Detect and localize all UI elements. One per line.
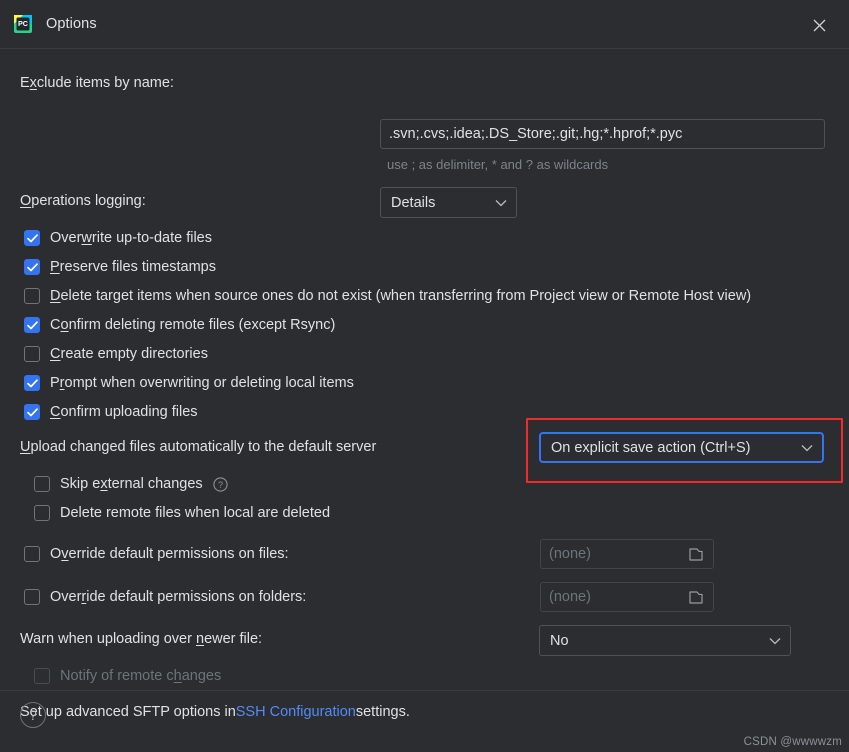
cb6-mnemonic: C (50, 404, 61, 420)
warn-pre: Warn when uploading over (20, 631, 196, 647)
upload-auto-label: Upload changed files automatically to th… (20, 439, 376, 455)
pycharm-icon: PC (13, 14, 33, 34)
exclude-items-value: .svn;.cvs;.idea;.DS_Store;.git;.hg;*.hpr… (389, 126, 683, 142)
exclude-label-mnemonic: x (29, 75, 37, 91)
operations-logging-select[interactable]: Details (380, 187, 517, 218)
cb5-post: ompt when overwriting or deleting local … (64, 375, 354, 391)
cb3-post: nfirm deleting remote files (except Rsyn… (68, 317, 336, 333)
override-files-placeholder: (none) (549, 546, 591, 562)
delete-remote-label: Delete remote files when local are delet… (60, 505, 331, 521)
cb4-mnemonic: C (50, 346, 61, 362)
help-button[interactable]: ? (20, 702, 46, 728)
warn-newer-select[interactable]: No (539, 625, 791, 656)
exclude-label-pre: E (20, 75, 30, 91)
dialog-footer: ? OK Cancel CSDN @wwwwzm (0, 690, 849, 752)
checkbox-prompt-when-overwriting[interactable]: Prompt when overwriting or deleting loca… (24, 375, 354, 391)
cb0-post: rite up-to-date files (91, 230, 212, 246)
checkbox-override-default-permissions-folders[interactable]: Override default permissions on folders: (24, 589, 306, 605)
override-files-input[interactable]: (none) (540, 539, 714, 569)
watermark: CSDN @wwwwzm (743, 736, 842, 748)
cb4-post: reate empty directories (60, 346, 208, 362)
checkbox-delete-target-items[interactable]: Delete target items when source ones do … (24, 288, 751, 304)
notify-pre: Notify of remote c (60, 668, 174, 684)
exclude-items-hint: use ; as delimiter, * and ? as wildcards (387, 157, 609, 172)
override-folders-placeholder: (none) (549, 589, 591, 605)
ovf-post: erride default permissions on files: (68, 546, 289, 562)
cb3-mnemonic: o (60, 317, 69, 333)
cb2-mnemonic: D (50, 288, 61, 304)
cb0-pre: Over (50, 230, 82, 246)
checkbox-box (34, 668, 50, 684)
cb1-mnemonic: P (50, 259, 60, 275)
ops-label-mnemonic: O (20, 193, 32, 209)
dialog-content: Exclude items by name: .svn;.cvs;.idea;.… (0, 49, 849, 720)
checkbox-box (34, 476, 50, 492)
ovd-pre: Over (50, 589, 82, 605)
upload-label-post: pload changed files automatically to the… (30, 439, 377, 455)
checkbox-box (24, 546, 40, 562)
folder-icon[interactable] (687, 588, 705, 606)
checkbox-notify-of-remote-changes: Notify of remote changes (34, 668, 221, 684)
dialog-titlebar: PC Options (0, 0, 849, 49)
checkbox-box (24, 375, 40, 391)
checkbox-box (24, 589, 40, 605)
chevron-down-icon (769, 637, 781, 645)
upload-auto-value: On explicit save action (Ctrl+S) (551, 439, 751, 456)
warn-newer-value: No (550, 632, 569, 649)
checkbox-create-empty-directories[interactable]: Create empty directories (24, 346, 208, 362)
warn-post: ewer file: (204, 631, 263, 647)
close-icon[interactable] (807, 13, 831, 37)
help-icon[interactable]: ? (213, 476, 229, 492)
skip-pre: Skip e (60, 476, 101, 492)
cb5-pre: P (50, 375, 60, 391)
skip-post: ternal changes (107, 476, 203, 492)
operations-logging-label: Operations logging: (20, 193, 146, 209)
operations-logging-value: Details (391, 194, 436, 211)
checkbox-box (24, 230, 40, 246)
checkbox-box (34, 505, 50, 521)
checkbox-confirm-deleting-remote-files[interactable]: Confirm deleting remote files (except Rs… (24, 317, 335, 333)
dialog-title: Options (46, 16, 97, 32)
warn-newer-label: Warn when uploading over newer file: (20, 631, 262, 647)
cb2-post: elete target items when source ones do n… (60, 288, 752, 304)
checkbox-box (24, 259, 40, 275)
ovf-mnemonic: v (61, 546, 69, 562)
chevron-down-icon (801, 444, 813, 452)
exclude-items-input[interactable]: .svn;.cvs;.idea;.DS_Store;.git;.hg;*.hpr… (380, 119, 825, 149)
svg-text:?: ? (218, 480, 223, 490)
svg-text:PC: PC (18, 19, 28, 28)
skip-mnemonic: x (100, 476, 108, 492)
checkbox-box (24, 288, 40, 304)
checkbox-delete-remote-files-when-local-deleted[interactable]: Delete remote files when local are delet… (34, 505, 330, 521)
checkbox-confirm-uploading-files[interactable]: Confirm uploading files (24, 404, 198, 420)
notify-post: anges (181, 668, 222, 684)
notify-mnemonic: h (173, 668, 182, 684)
chevron-down-icon (495, 199, 507, 207)
upload-auto-select[interactable]: On explicit save action (Ctrl+S) (539, 432, 824, 463)
checkbox-box (24, 346, 40, 362)
warn-mnemonic: n (195, 631, 205, 647)
checkbox-skip-external-changes[interactable]: Skip external changes ? (34, 476, 229, 492)
cb6-post: onfirm uploading files (60, 404, 198, 420)
upload-label-mnemonic: U (20, 439, 31, 455)
ovd-post: ide default permissions on folders: (86, 589, 307, 605)
ops-label-post: perations logging: (31, 193, 146, 209)
checkbox-box (24, 317, 40, 333)
exclude-items-label: Exclude items by name: (20, 75, 174, 91)
checkbox-override-default-permissions-files[interactable]: Override default permissions on files: (24, 546, 289, 562)
checkbox-overwrite-up-to-date-files[interactable]: Overwrite up-to-date files (24, 230, 212, 246)
checkbox-preserve-files-timestamps[interactable]: Preserve files timestamps (24, 259, 216, 275)
cb0-mnemonic: w (81, 230, 92, 246)
cb1-post: reserve files timestamps (59, 259, 216, 275)
ovf-pre: O (50, 546, 62, 562)
override-folders-input[interactable]: (none) (540, 582, 714, 612)
checkbox-box (24, 404, 40, 420)
options-dialog: PC Options Exclude items by name: .svn;.… (0, 0, 849, 752)
cb3-pre: C (50, 317, 61, 333)
folder-icon[interactable] (687, 545, 705, 563)
exclude-label-post: clude items by name: (36, 75, 174, 91)
